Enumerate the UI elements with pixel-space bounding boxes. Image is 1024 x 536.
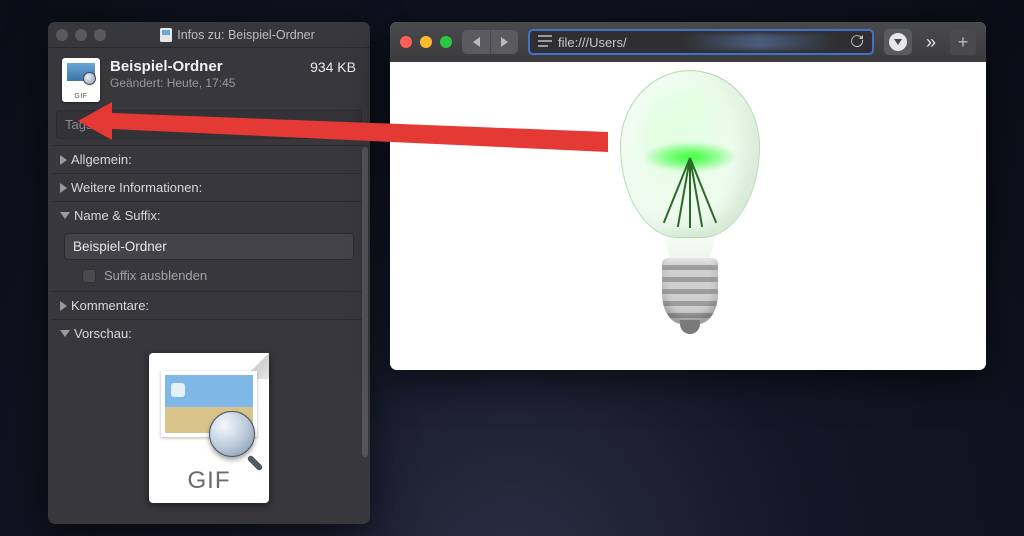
suffix-hide-label: Suffix ausblenden	[104, 268, 207, 283]
downloads-button[interactable]	[884, 29, 912, 55]
disclosure-down-icon	[60, 212, 70, 219]
preview-area: GIF	[52, 347, 366, 517]
info-traffic-lights	[56, 29, 106, 41]
back-button[interactable]	[462, 30, 490, 54]
safari-window: file:///Users/ » +	[390, 22, 986, 370]
minimize-dot[interactable]	[75, 29, 87, 41]
url-text: file:///Users/	[558, 35, 627, 50]
browser-content	[390, 62, 986, 370]
suffix-hide-row[interactable]: Suffix ausblenden	[52, 266, 366, 291]
document-icon	[160, 28, 172, 42]
minimize-button[interactable]	[420, 36, 432, 48]
new-tab-button[interactable]: +	[950, 29, 976, 55]
file-thumbnail-large[interactable]: GIF	[149, 353, 269, 503]
chevron-left-icon	[473, 37, 480, 47]
file-extension-label: GIF	[149, 467, 269, 495]
overflow-button[interactable]: »	[922, 32, 940, 53]
forward-button[interactable]	[490, 30, 518, 54]
tags-input[interactable]: Tags …	[56, 110, 362, 139]
file-size: 934 KB	[310, 58, 356, 75]
chevron-right-icon	[501, 37, 508, 47]
browser-traffic-lights	[400, 36, 452, 48]
disclosure-right-icon	[60, 183, 67, 193]
browser-toolbar: file:///Users/ » +	[390, 22, 986, 62]
file-thumbnail-small[interactable]	[62, 58, 100, 102]
magnifier-icon	[209, 411, 255, 457]
info-header: Beispiel-Ordner Geändert: Heute, 17:45 9…	[48, 48, 370, 110]
section-preview[interactable]: Vorschau:	[52, 319, 366, 347]
info-titlebar[interactable]: Infos zu: Beispiel-Ordner	[48, 22, 370, 48]
get-info-window: Infos zu: Beispiel-Ordner Beispiel-Ordne…	[48, 22, 370, 524]
disclosure-right-icon	[60, 301, 67, 311]
nav-buttons	[462, 30, 518, 54]
info-sections: Allgemein: Weitere Informationen: Name &…	[48, 145, 370, 524]
info-window-title: Infos zu: Beispiel-Ordner	[113, 28, 362, 42]
reader-icon[interactable]	[538, 35, 552, 50]
zoom-dot[interactable]	[94, 29, 106, 41]
disclosure-down-icon	[60, 330, 70, 337]
address-bar[interactable]: file:///Users/	[528, 29, 874, 55]
url-redaction	[680, 34, 838, 50]
suffix-hide-checkbox[interactable]	[82, 269, 96, 283]
lightbulb-image	[600, 70, 780, 350]
section-name-suffix[interactable]: Name & Suffix:	[52, 201, 366, 229]
modified-date: Geändert: Heute, 17:45	[110, 76, 300, 90]
close-button[interactable]	[400, 36, 412, 48]
disclosure-right-icon	[60, 155, 67, 165]
zoom-button[interactable]	[440, 36, 452, 48]
file-name: Beispiel-Ordner	[110, 58, 300, 75]
section-general[interactable]: Allgemein:	[52, 145, 366, 173]
reload-button[interactable]	[850, 34, 864, 51]
close-dot[interactable]	[56, 29, 68, 41]
section-more-info[interactable]: Weitere Informationen:	[52, 173, 366, 201]
scrollbar[interactable]	[362, 147, 368, 457]
section-comments[interactable]: Kommentare:	[52, 291, 366, 319]
download-icon	[889, 33, 907, 51]
name-input[interactable]: Beispiel-Ordner	[64, 233, 354, 260]
